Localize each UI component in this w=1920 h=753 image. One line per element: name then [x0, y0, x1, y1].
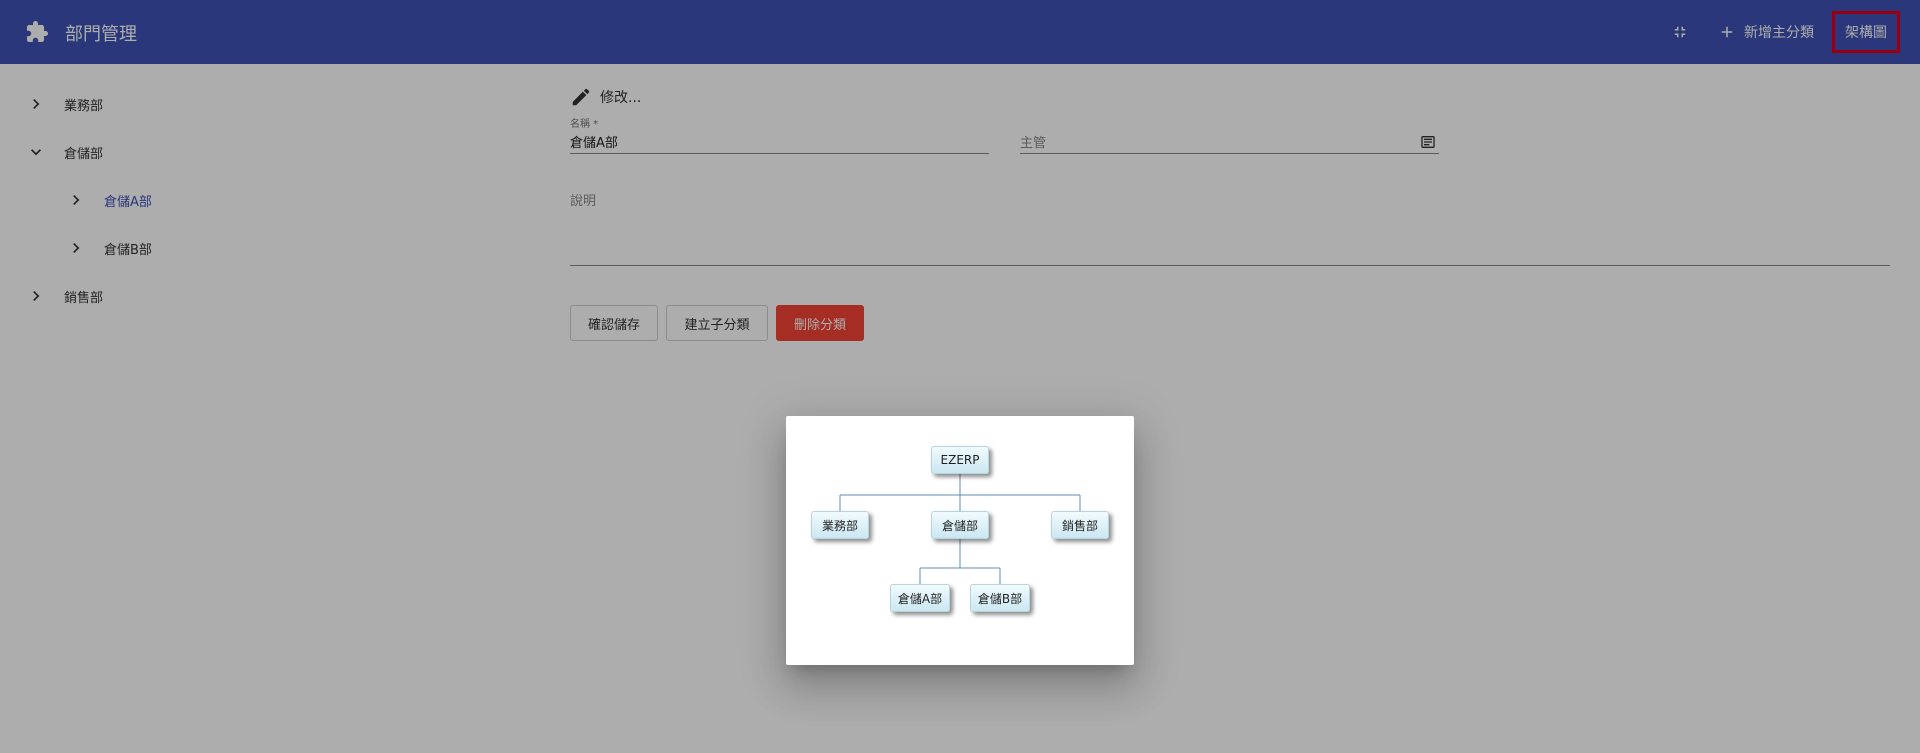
org-node-warehouse-a: 倉儲A部: [890, 584, 950, 612]
org-chart-dialog: EZERP 業務部 倉儲部 銷售部 倉儲A部 倉儲B部: [786, 416, 1134, 665]
org-node-warehouse-dept: 倉儲部: [931, 511, 989, 539]
org-node-selling-dept: 銷售部: [1051, 511, 1109, 539]
org-node-warehouse-b: 倉儲B部: [970, 584, 1030, 612]
org-node-root: EZERP: [931, 446, 989, 474]
org-node-sales-dept: 業務部: [811, 511, 869, 539]
